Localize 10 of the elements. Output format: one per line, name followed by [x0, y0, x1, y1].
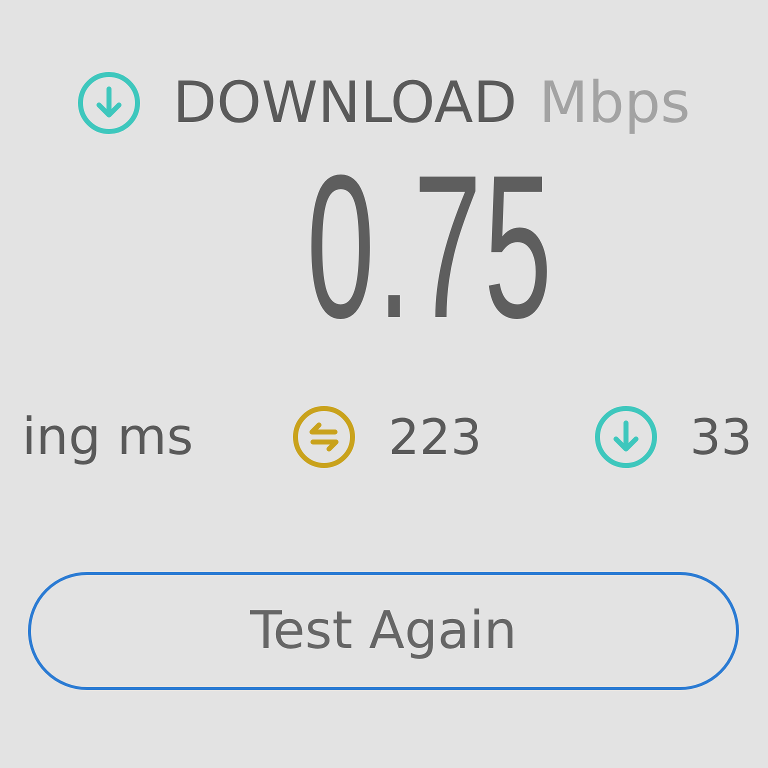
download-icon — [78, 72, 140, 134]
stat-value: 33 — [690, 412, 752, 462]
ping-label: ing ms — [22, 412, 194, 462]
test-again-button[interactable]: Test Again — [28, 572, 739, 690]
unit-label: Mbps — [538, 74, 690, 132]
download-title: DOWNLOAD — [172, 74, 517, 132]
exchange-arrows-icon — [293, 406, 356, 468]
stat-value: 223 — [388, 412, 482, 462]
speed-value: 0.75 — [307, 145, 555, 349]
download-icon — [594, 406, 657, 468]
